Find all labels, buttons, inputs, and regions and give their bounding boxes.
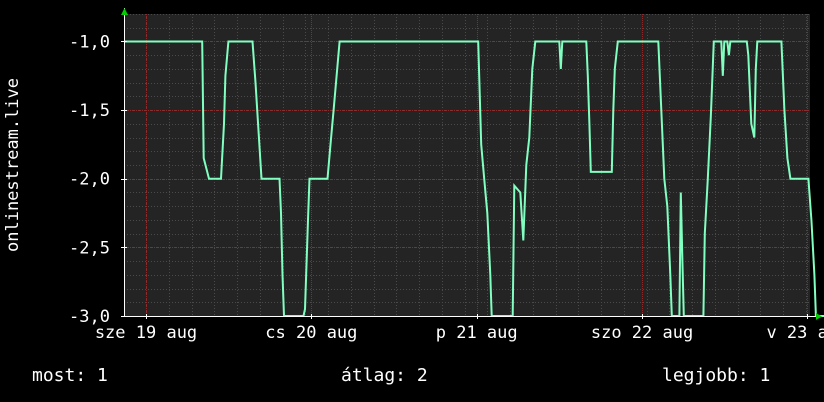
- stat-average: átlag: 2: [341, 365, 428, 386]
- x-tick-label: cs 20 aug: [265, 323, 357, 343]
- x-tick-label: p 21 aug: [436, 323, 518, 343]
- y-tick-label: -2,5: [69, 238, 110, 258]
- y-tick-label: -2,0: [69, 170, 110, 190]
- x-tick-label: szo 22 aug: [591, 323, 693, 343]
- y-axis-title: onlinestream.live: [3, 78, 23, 252]
- x-tick-label: v 23 aug: [766, 323, 824, 343]
- y-tick-label: -1,5: [69, 101, 110, 121]
- stat-current: most: 1: [32, 365, 108, 386]
- chart: -1,0-1,5-2,0-2,5-3,0sze 19 aug cs 20 aug p…: [0, 0, 824, 402]
- y-tick-label: -1,0: [69, 32, 110, 52]
- x-tick-label: sze 19 aug: [95, 323, 197, 343]
- stat-best: legjobb: 1: [662, 365, 770, 386]
